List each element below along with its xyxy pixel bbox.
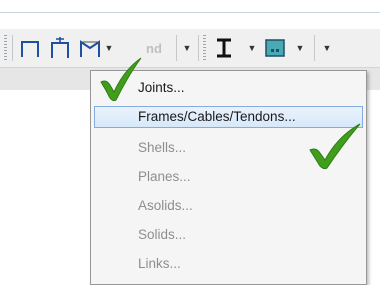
window-top-area bbox=[0, 0, 380, 12]
portal-frame-button[interactable] bbox=[16, 34, 44, 62]
i-beam-button[interactable] bbox=[212, 34, 236, 62]
portal-frame-icon bbox=[19, 37, 41, 59]
checkmark-icon bbox=[306, 120, 364, 177]
section-display-dropdown-arrow[interactable]: ▼ bbox=[294, 34, 306, 62]
toolbar-grip[interactable] bbox=[203, 35, 206, 61]
toolbar-overflow-arrow[interactable]: ▼ bbox=[321, 34, 333, 62]
menu-item-label: Planes... bbox=[138, 169, 191, 184]
menu-item-label: Links... bbox=[138, 256, 181, 271]
menu-item-label: Frames/Cables/Tendons... bbox=[138, 109, 296, 124]
display-dropdown-arrow[interactable]: ▼ bbox=[181, 34, 193, 62]
i-beam-icon bbox=[216, 38, 232, 58]
menu-item-label: Solids... bbox=[138, 227, 187, 242]
menu-item-label: Asolids... bbox=[138, 198, 193, 213]
toolbar-separator bbox=[314, 35, 315, 61]
i-beam-dropdown-arrow[interactable]: ▼ bbox=[246, 34, 258, 62]
menu-item-label: Shells... bbox=[138, 140, 187, 155]
section-display-button[interactable] bbox=[262, 34, 288, 62]
portal-frame-hinged-button[interactable] bbox=[46, 34, 74, 62]
toolbar-separator bbox=[12, 35, 13, 61]
portal-frame-hinged-icon bbox=[49, 36, 71, 60]
menu-item-solids: Solids... bbox=[94, 224, 363, 246]
menu-item-links: Links... bbox=[94, 253, 363, 275]
section-display-icon bbox=[265, 39, 285, 57]
toolbar: ▼ nd ▼ ▼ ▼ ▼ bbox=[0, 29, 380, 68]
disabled-display-label: nd bbox=[146, 40, 162, 56]
checkmark-icon bbox=[97, 54, 145, 109]
toolbar-separator bbox=[176, 35, 177, 61]
toolbar-grip[interactable] bbox=[4, 35, 7, 61]
window-top-border bbox=[0, 12, 380, 13]
menu-item-asolids: Asolids... bbox=[94, 195, 363, 217]
toolbar-separator bbox=[198, 35, 199, 61]
